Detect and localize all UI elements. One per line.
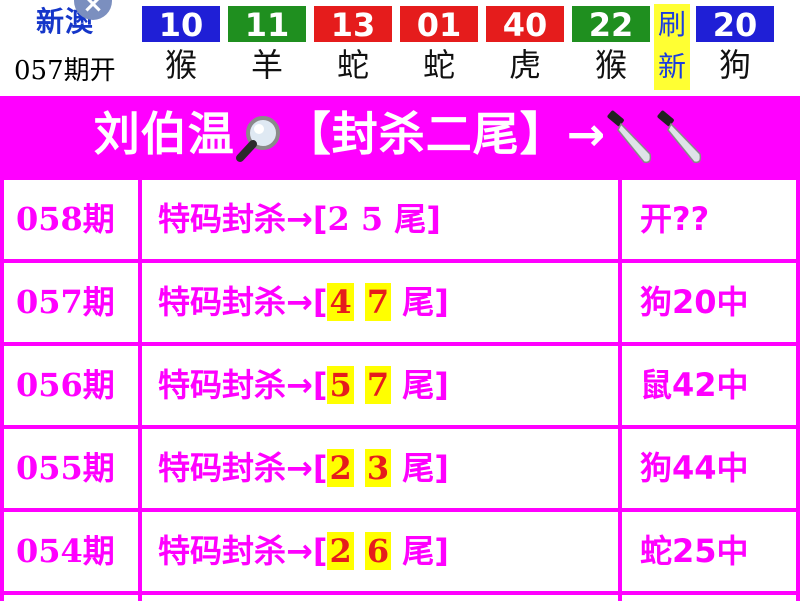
ball-zodiac: 蛇 bbox=[336, 46, 369, 84]
draw-result-bar: 新澳 × 057期开 10 猴 11 羊 13 蛇 01 蛇 40 虎 22 猴… bbox=[0, 0, 800, 92]
draw-ball: 01 蛇 bbox=[400, 0, 478, 92]
result-cell: 蛇25中 bbox=[640, 532, 749, 570]
ball-zodiac: 羊 bbox=[250, 46, 283, 84]
table-row: 056期 特码封杀→[5 7 尾] 鼠42中 bbox=[4, 346, 796, 425]
ball-number: 11 bbox=[228, 6, 306, 44]
knife-icon bbox=[607, 110, 652, 163]
result-cell: 开?? bbox=[640, 200, 710, 238]
table-row: 054期 特码封杀→[2 6 尾] 蛇25中 bbox=[4, 512, 796, 591]
draw-ball: 13 蛇 bbox=[314, 0, 392, 92]
brand-block: 新澳 × 057期开 bbox=[6, 0, 136, 92]
ball-zodiac: 猴 bbox=[594, 46, 627, 84]
ball-number: 20 bbox=[696, 6, 774, 44]
prediction-cell: 特码封杀→[2 3 尾] bbox=[158, 449, 449, 487]
draw-ball: 40 虎 bbox=[486, 0, 564, 92]
header-name: 刘伯温 bbox=[93, 107, 235, 161]
header-tag: 【封杀二尾】→ bbox=[284, 107, 607, 161]
knife-icon bbox=[657, 110, 702, 163]
result-cell: 狗44中 bbox=[640, 449, 749, 487]
ball-number: 40 bbox=[486, 6, 564, 44]
panel-title: 刘伯温 【封杀二尾】→ bbox=[94, 104, 707, 166]
panel-header: 刘伯温 【封杀二尾】→ bbox=[0, 96, 800, 174]
ball-number: 01 bbox=[400, 6, 478, 44]
ball-zodiac: 狗 bbox=[718, 46, 751, 84]
period-cell: 058期 bbox=[16, 200, 115, 238]
draw-ball: 22 猴 bbox=[572, 0, 650, 92]
table-row: 058期 特码封杀→[2 5 尾] 开?? bbox=[4, 180, 796, 259]
period-cell: 056期 bbox=[16, 366, 115, 404]
prediction-cell: 特码封杀→[2 6 尾] bbox=[158, 532, 449, 570]
refresh-button[interactable]: 刷 新 bbox=[654, 4, 690, 90]
draw-ball-special: 20 狗 bbox=[696, 0, 774, 92]
refresh-label-1: 刷 bbox=[657, 8, 686, 41]
refresh-label-2: 新 bbox=[657, 50, 686, 83]
draw-period-label: 057期开 bbox=[14, 56, 116, 86]
ball-number: 10 bbox=[142, 6, 220, 44]
table-row: 055期 特码封杀→[2 3 尾] 狗44中 bbox=[4, 429, 796, 508]
prediction-panel: 刘伯温 【封杀二尾】→ 058期 特码封杀→[2 5 尾] 开?? 057期 特… bbox=[0, 96, 800, 601]
prediction-cell: 特码封杀→[5 7 尾] bbox=[158, 366, 449, 404]
ball-zodiac: 蛇 bbox=[422, 46, 455, 84]
ball-zodiac: 虎 bbox=[508, 46, 541, 84]
ball-number: 22 bbox=[572, 6, 650, 44]
period-cell: 057期 bbox=[16, 283, 115, 321]
table-row-partial bbox=[4, 595, 796, 601]
period-cell: 054期 bbox=[16, 532, 115, 570]
draw-ball: 11 羊 bbox=[228, 0, 306, 92]
result-cell: 狗20中 bbox=[640, 283, 749, 321]
draw-ball: 10 猴 bbox=[142, 0, 220, 92]
table-row: 057期 特码封杀→[4 7 尾] 狗20中 bbox=[4, 263, 796, 342]
prediction-cell: 特码封杀→[2 5 尾] bbox=[158, 200, 441, 238]
magnifier-icon bbox=[235, 115, 280, 162]
result-cell: 鼠42中 bbox=[640, 366, 749, 404]
ball-zodiac: 猴 bbox=[164, 46, 197, 84]
prediction-cell: 特码封杀→[4 7 尾] bbox=[158, 283, 449, 321]
ball-number: 13 bbox=[314, 6, 392, 44]
period-cell: 055期 bbox=[16, 449, 115, 487]
